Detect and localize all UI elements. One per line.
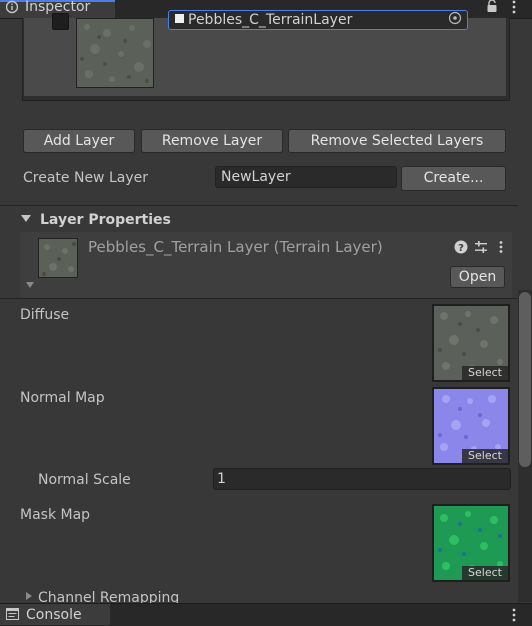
create-new-layer-label: Create New Layer	[23, 170, 148, 186]
remove-layer-button[interactable]: Remove Layer	[141, 129, 283, 153]
asset-thumbnail	[38, 238, 78, 278]
normal-map-label: Normal Map	[20, 390, 105, 406]
lock-icon[interactable]	[486, 0, 498, 13]
info-icon	[6, 0, 18, 14]
layer-thumbnail[interactable]	[76, 18, 154, 88]
select-texture-button[interactable]: Select	[462, 566, 508, 580]
preset-icon[interactable]	[474, 240, 488, 254]
svg-text:?: ?	[458, 243, 464, 254]
new-layer-name-value: NewLayer	[221, 169, 291, 185]
divider	[0, 205, 518, 206]
console-icon	[6, 608, 19, 620]
scrollbar-thumb[interactable]	[519, 292, 531, 467]
diffuse-texture-slot[interactable]: Select	[432, 304, 510, 382]
normal-scale-label: Normal Scale	[38, 472, 131, 488]
pebbles-texture-icon	[77, 19, 153, 87]
kebab-menu-icon[interactable]	[510, 0, 518, 15]
pebbles-texture-icon	[39, 239, 77, 277]
select-texture-button[interactable]: Select	[462, 366, 508, 380]
kebab-menu-icon[interactable]	[510, 607, 518, 623]
asset-name: Pebbles_C_Terrain Layer (Terrain Layer)	[88, 238, 383, 256]
layer-checkbox[interactable]	[52, 13, 69, 30]
terrain-layer-icon	[175, 14, 184, 23]
target-icon[interactable]	[448, 11, 462, 25]
help-icon[interactable]: ?	[454, 240, 468, 254]
chevron-down-icon[interactable]	[20, 212, 32, 224]
create-button[interactable]: Create...	[401, 166, 506, 191]
chevron-right-icon[interactable]	[24, 591, 34, 601]
layer-name-value: Pebbles_C_TerrainLayer	[188, 12, 353, 28]
normal-scale-value: 1	[217, 471, 226, 487]
mask-map-label: Mask Map	[20, 507, 91, 523]
console-title: Console	[26, 607, 82, 623]
kebab-menu-icon[interactable]	[497, 240, 505, 254]
remove-selected-layers-button[interactable]: Remove Selected Layers	[288, 129, 506, 153]
diffuse-label: Diffuse	[20, 307, 70, 323]
divider	[0, 298, 518, 299]
chevron-down-icon[interactable]	[25, 280, 35, 290]
layer-properties-title[interactable]: Layer Properties	[40, 210, 171, 230]
normal-scale-input[interactable]	[213, 468, 511, 490]
select-texture-button[interactable]: Select	[462, 449, 508, 463]
add-layer-button[interactable]: Add Layer	[23, 129, 135, 153]
mask-map-texture-slot[interactable]: Select	[432, 504, 510, 582]
open-button[interactable]: Open	[450, 266, 505, 288]
normal-map-texture-slot[interactable]: Select	[432, 387, 510, 465]
